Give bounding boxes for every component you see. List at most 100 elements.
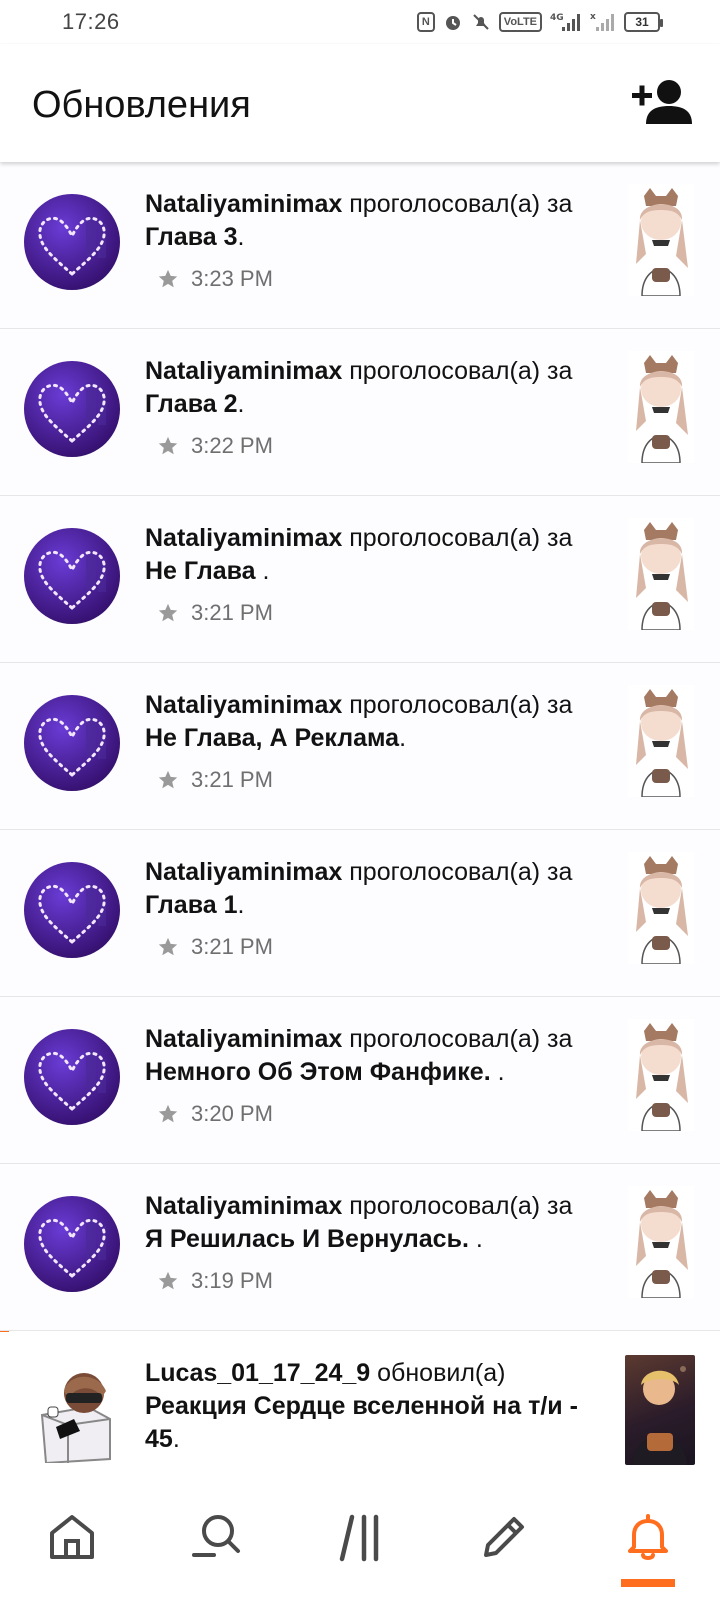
list-item[interactable]: Nataliyaminimax проголосовал(а) за Немно… (0, 997, 720, 1164)
star-icon (158, 1271, 178, 1290)
nav-home[interactable] (24, 1497, 120, 1577)
username[interactable]: Nataliyaminimax (145, 524, 342, 552)
notification-text: Nataliyaminimax проголосовал(а) за Глава… (145, 856, 595, 922)
nfc-icon: N (416, 12, 435, 32)
star-icon (158, 269, 178, 288)
write-pencil-icon (484, 1517, 524, 1557)
punctuation: . (475, 1225, 483, 1253)
notification-text: Nataliyaminimax проголосовал(а) за Глава… (145, 355, 595, 421)
punctuation: . (497, 1058, 505, 1086)
status-icons: N VoLTE 4G x 31 (416, 12, 663, 32)
timestamp: 3:22 PM (191, 433, 273, 458)
vote-meta: 3:21 PM (157, 600, 273, 626)
star-icon (158, 770, 178, 789)
action-text: проголосовал(а) за (342, 190, 573, 218)
4g-signal-icon: 4G (550, 12, 582, 32)
username[interactable]: Nataliyaminimax (145, 1025, 342, 1053)
list-item[interactable]: Nataliyaminimax проголосовал(а) за Не Гл… (0, 663, 720, 830)
story-title[interactable]: Глава 2 (145, 390, 238, 418)
avatar[interactable] (24, 194, 120, 290)
home-icon (50, 1515, 94, 1559)
star-icon (158, 1104, 178, 1123)
username[interactable]: Lucas_01_17_24_9 (145, 1359, 370, 1387)
story-cover[interactable] (628, 1019, 694, 1132)
list-item[interactable]: Nataliyaminimax проголосовал(а) за Не Гл… (0, 496, 720, 663)
add-user-icon (632, 80, 692, 124)
punctuation: . (237, 223, 245, 251)
story-title[interactable]: Глава 3 (145, 223, 238, 251)
punctuation: . (237, 891, 245, 919)
list-item[interactable]: Nataliyaminimax проголосовал(а) за Глава… (0, 162, 720, 329)
story-title[interactable]: Не Глава, А Реклама (145, 724, 399, 752)
svg-text:x: x (590, 12, 596, 22)
nav-library[interactable] (312, 1497, 408, 1577)
avatar[interactable] (24, 361, 120, 457)
punctuation: . (399, 724, 407, 752)
avatar[interactable] (24, 695, 120, 791)
notification-feed[interactable]: Nataliyaminimax проголосовал(а) за Глава… (0, 162, 720, 1482)
list-item[interactable]: Nataliyaminimax проголосовал(а) за Я Реш… (0, 1164, 720, 1331)
page-title: Обновления (32, 84, 251, 126)
username[interactable]: Nataliyaminimax (145, 691, 342, 719)
story-title[interactable]: Реакция Сердце вселенной на т/и - 45 (145, 1392, 578, 1453)
list-item[interactable]: Nataliyaminimax проголосовал(а) за Глава… (0, 830, 720, 997)
story-cover[interactable] (628, 184, 694, 297)
timestamp: 3:21 PM (191, 600, 273, 625)
story-title[interactable]: Немного Об Этом Фанфике. (145, 1058, 498, 1086)
list-item[interactable]: Lucas_01_17_24_9 обновил(а) Реакция Серд… (0, 1331, 720, 1482)
star-icon (158, 436, 178, 455)
timestamp: 3:20 PM (191, 1101, 273, 1126)
username[interactable]: Nataliyaminimax (145, 1192, 342, 1220)
timestamp: 3:23 PM (191, 266, 273, 291)
alarm-icon (443, 12, 463, 32)
story-cover[interactable] (628, 351, 694, 464)
avatar[interactable] (28, 1367, 124, 1465)
app-bar: Обновления (0, 44, 720, 162)
avatar[interactable] (24, 1196, 120, 1292)
nav-write[interactable] (456, 1497, 552, 1577)
no-signal-icon: x (590, 12, 616, 32)
notification-text: Nataliyaminimax проголосовал(а) за Немно… (145, 1023, 595, 1089)
story-cover[interactable] (628, 685, 694, 798)
punctuation: . (172, 1425, 180, 1453)
story-title[interactable]: Не Глава (145, 557, 263, 585)
status-time: 17:26 (62, 9, 120, 34)
username[interactable]: Nataliyaminimax (145, 858, 342, 886)
punctuation: . (237, 390, 245, 418)
add-user-button[interactable] (632, 76, 692, 132)
action-text: проголосовал(а) за (342, 357, 573, 385)
vote-meta: 3:19 PM (157, 1268, 273, 1294)
action-text: обновил(а) (370, 1359, 506, 1387)
status-bar: 17:26 N VoLTE 4G x 31 (0, 0, 720, 44)
username[interactable]: Nataliyaminimax (145, 357, 342, 385)
story-cover[interactable] (628, 518, 694, 631)
action-text: проголосовал(а) за (342, 691, 573, 719)
username[interactable]: Nataliyaminimax (145, 190, 342, 218)
story-cover[interactable] (625, 1355, 695, 1465)
nav-notifications[interactable] (600, 1497, 696, 1587)
battery-icon: 31 (624, 12, 663, 32)
action-text: проголосовал(а) за (342, 858, 573, 886)
bell-icon (628, 1514, 668, 1560)
story-cover[interactable] (628, 1186, 694, 1299)
timestamp: 3:21 PM (191, 934, 273, 959)
timestamp: 3:21 PM (191, 767, 273, 792)
avatar[interactable] (24, 528, 120, 624)
vote-meta: 3:20 PM (157, 1101, 273, 1127)
notification-text: Nataliyaminimax проголосовал(а) за Я Реш… (145, 1190, 595, 1256)
story-cover[interactable] (628, 852, 694, 965)
vote-meta: 3:23 PM (157, 266, 273, 292)
punctuation: . (262, 557, 270, 585)
story-title[interactable]: Глава 1 (145, 891, 238, 919)
notification-text: Nataliyaminimax проголосовал(а) за Не Гл… (145, 689, 595, 755)
notification-text: Nataliyaminimax проголосовал(а) за Не Гл… (145, 522, 595, 588)
nav-search[interactable] (168, 1497, 264, 1577)
story-title[interactable]: Я Решилась И Вернулась. (145, 1225, 476, 1253)
star-icon (158, 937, 178, 956)
list-item[interactable]: Nataliyaminimax проголосовал(а) за Глава… (0, 329, 720, 496)
avatar[interactable] (24, 862, 120, 958)
notification-text: Nataliyaminimax проголосовал(а) за Глава… (145, 188, 595, 254)
library-icon (339, 1514, 379, 1562)
avatar[interactable] (24, 1029, 120, 1125)
action-text: проголосовал(а) за (342, 524, 573, 552)
